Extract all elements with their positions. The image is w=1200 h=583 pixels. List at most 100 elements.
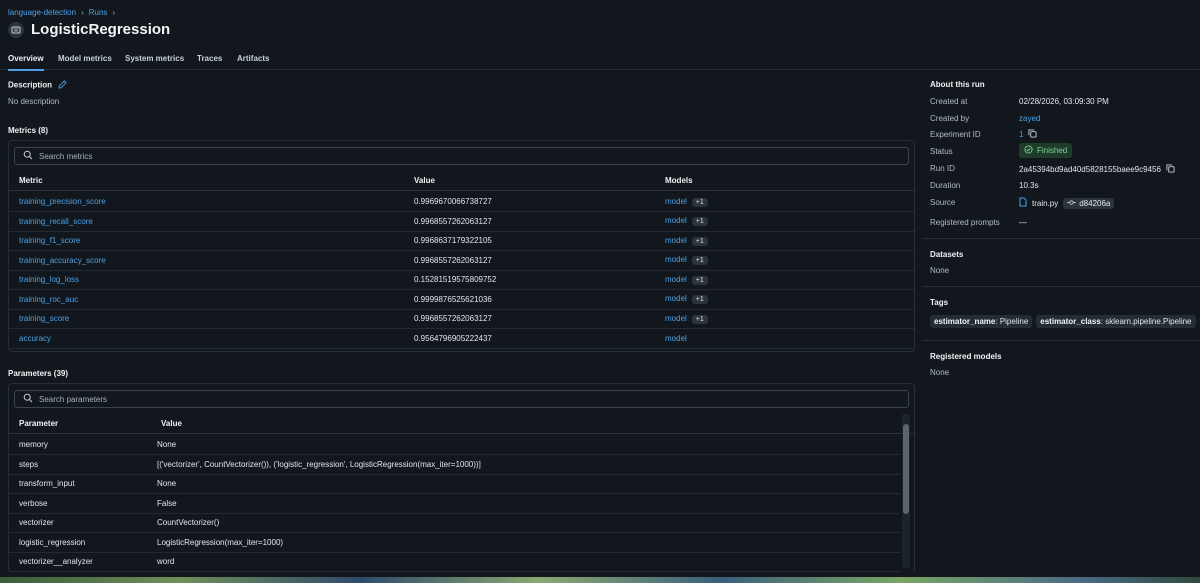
tab-model-metrics[interactable]: Model metrics	[58, 54, 112, 69]
tag-chip[interactable]: estimator_class: sklearn.pipeline.Pipeli…	[1036, 315, 1196, 328]
tab-system-metrics[interactable]: System metrics	[125, 54, 184, 69]
experiment-id-link[interactable]: 1	[1019, 130, 1023, 139]
model-link[interactable]: model	[665, 334, 687, 343]
more-models-badge[interactable]: +1	[691, 275, 708, 285]
metric-name-link[interactable]: training_recall_score	[19, 217, 93, 226]
more-models-badge[interactable]: +1	[691, 236, 708, 246]
git-commit-icon	[1067, 199, 1077, 208]
parameter-name: memory	[19, 440, 48, 449]
parameter-name: transform_input	[19, 479, 75, 488]
tab-traces[interactable]: Traces	[197, 54, 222, 69]
divider	[922, 286, 1200, 287]
tab-bar: Overview Model metrics System metrics Tr…	[0, 50, 1200, 71]
tab-overview[interactable]: Overview	[8, 54, 44, 71]
tag-chip[interactable]: estimator_name: Pipeline	[930, 315, 1033, 328]
models-cell: model +1	[665, 236, 708, 246]
page-title: LogisticRegression	[31, 21, 171, 38]
source-file-link[interactable]: train.py	[1032, 199, 1058, 208]
metric-name-link[interactable]: training_precision_score	[19, 197, 106, 206]
parameter-name: logistic_regression	[19, 537, 86, 547]
experiment-id-label: Experiment ID	[930, 130, 981, 139]
model-link[interactable]: model	[665, 216, 687, 225]
more-models-badge[interactable]: +1	[691, 314, 708, 324]
metric-name-link[interactable]: training_f1_score	[19, 236, 80, 245]
metric-name-link[interactable]: training_score	[19, 314, 69, 323]
metric-name-link[interactable]: accuracy	[19, 334, 51, 343]
chevron-right-icon: ›	[81, 8, 84, 17]
model-link[interactable]: model	[665, 197, 687, 206]
chevron-right-icon: ›	[112, 8, 116, 17]
desktop-background-strip	[0, 577, 1200, 583]
parameter-value: [('vectorizer', CountVectorizer()), ('lo…	[157, 459, 481, 469]
status-badge: Finished	[1019, 143, 1073, 158]
metric-value: 0.9968637179322105	[414, 236, 492, 245]
parameters-heading: Parameters (39)	[8, 369, 69, 378]
more-models-badge[interactable]: +1	[691, 256, 708, 265]
table-row: training_f1_score 0.9968637179322105 model…	[9, 231, 914, 251]
registered-models-heading: Registered models	[930, 352, 1002, 361]
created-at-value: 02/28/2026, 03:09:30 PM	[1019, 97, 1109, 106]
breadcrumb-runs-link[interactable]: Runs	[89, 8, 108, 17]
model-link[interactable]: model	[665, 294, 687, 303]
about-heading: About this run	[930, 80, 985, 89]
divider	[922, 340, 1200, 341]
tag-key: estimator_name	[934, 317, 996, 326]
description-heading-label: Description	[8, 80, 53, 90]
table-row: training_score 0.9968557262063127 model +1	[9, 309, 914, 329]
table-row: accuracy 0.9564796905222437 model	[9, 329, 914, 349]
created-by-label: Created by	[930, 114, 970, 123]
status-text: Finished	[1037, 146, 1068, 155]
datasets-value: None	[930, 266, 950, 275]
tab-artifacts[interactable]: Artifacts	[237, 54, 269, 69]
more-models-badge[interactable]: +1	[691, 197, 708, 207]
model-link[interactable]: model	[665, 275, 687, 284]
status-label: Status	[930, 147, 953, 156]
more-models-badge[interactable]: +1	[691, 217, 708, 226]
tag-value: sklearn.pipeline.Pipeline	[1105, 317, 1192, 326]
table-row: training_accuracy_score 0.996855726206312…	[9, 251, 914, 271]
column-header-parameter[interactable]: Parameter	[19, 419, 58, 428]
models-cell: model +1	[665, 294, 708, 304]
metrics-search-input[interactable]	[39, 151, 908, 161]
table-row: steps [('vectorizer', CountVectorizer()),…	[9, 455, 900, 475]
model-link[interactable]: model	[665, 255, 687, 264]
breadcrumb: language-detection › Runs ›	[8, 8, 115, 17]
parameter-value: word	[157, 557, 175, 566]
copy-icon[interactable]	[1028, 129, 1038, 140]
file-icon	[1019, 197, 1027, 209]
metrics-table: Metric Value Models training_precision_s…	[8, 140, 915, 352]
run-id-value: 2a45394bd9ad40d5828155baee9c9456	[1019, 165, 1161, 174]
metric-name-link[interactable]: training_roc_auc	[19, 295, 78, 304]
metrics-search[interactable]	[14, 147, 909, 165]
column-header-models[interactable]: Models	[665, 176, 693, 185]
model-link[interactable]: model	[665, 236, 687, 245]
metric-value: 0.9968557262063127	[414, 216, 492, 226]
column-header-param-value[interactable]: Value	[161, 419, 182, 428]
created-at-label: Created at	[930, 97, 968, 106]
models-cell: model +1	[665, 275, 708, 285]
edit-pencil-icon[interactable]	[58, 80, 67, 91]
metric-name-link[interactable]: training_accuracy_score	[19, 256, 106, 265]
model-link[interactable]: model	[665, 314, 687, 323]
column-header-value[interactable]: Value	[414, 176, 435, 185]
column-header-metric[interactable]: Metric	[19, 176, 43, 185]
commit-badge[interactable]: d84206a	[1063, 197, 1115, 209]
parameters-scrollbar[interactable]	[902, 414, 910, 568]
breadcrumb-experiment-link[interactable]: language-detection	[8, 8, 76, 17]
parameters-search[interactable]	[14, 390, 909, 408]
copy-icon[interactable]	[1166, 164, 1175, 175]
more-models-badge[interactable]: +1	[691, 295, 708, 304]
table-row: transform_input None	[9, 474, 900, 494]
metric-name-link[interactable]: training_log_loss	[19, 275, 79, 284]
tag-key: estimator_class	[1040, 317, 1101, 326]
table-row: vectorizer__analyzer word	[9, 552, 900, 572]
metric-value: 0.9999876525621036	[414, 294, 492, 304]
registered-prompts-value: —	[1019, 218, 1027, 227]
commit-hash: d84206a	[1079, 198, 1111, 208]
created-by-link[interactable]: zayed	[1019, 114, 1040, 123]
run-icon	[8, 21, 24, 38]
parameters-scrollbar-thumb[interactable]	[903, 424, 909, 514]
models-cell: model +1	[665, 314, 708, 324]
parameters-search-input[interactable]	[39, 394, 908, 404]
metric-value: 0.9968557262063127	[414, 255, 492, 265]
